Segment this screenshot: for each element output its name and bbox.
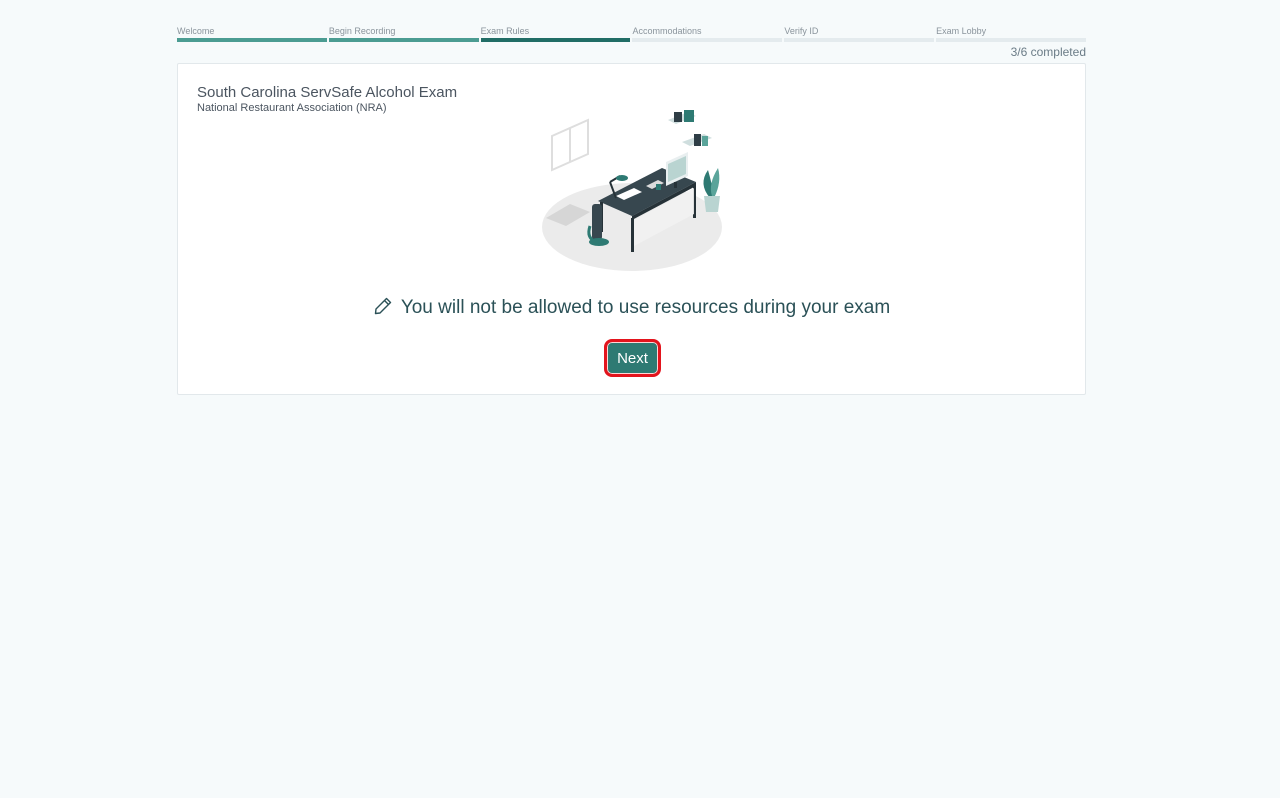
step-label: Begin Recording xyxy=(328,26,396,36)
step-bar xyxy=(328,38,479,42)
step-label: Exam Lobby xyxy=(936,26,987,36)
exam-rules-card: South Carolina ServSafe Alcohol Exam Nat… xyxy=(177,63,1086,395)
exam-title: South Carolina ServSafe Alcohol Exam xyxy=(197,84,458,101)
step-exam-lobby[interactable]: Exam Lobby xyxy=(936,26,1086,43)
step-accommodations[interactable]: Accommodations xyxy=(632,26,783,43)
step-bar xyxy=(936,38,1086,42)
rule-text: You will not be allowed to use resources… xyxy=(400,297,891,318)
progress-count: 3/6 completed xyxy=(1010,45,1086,59)
step-label: Verify ID xyxy=(784,26,819,36)
pencil-icon xyxy=(374,297,392,315)
exam-organization: National Restaurant Association (NRA) xyxy=(197,102,387,114)
step-bar xyxy=(632,38,783,42)
step-label: Welcome xyxy=(177,26,215,36)
progress-steps: Welcome Begin Recording Exam Rules Accom… xyxy=(177,26,1086,43)
step-verify-id[interactable]: Verify ID xyxy=(784,26,935,43)
step-bar xyxy=(480,38,631,42)
step-exam-rules[interactable]: Exam Rules xyxy=(480,26,631,43)
step-bar xyxy=(177,38,327,42)
rule-statement: You will not be allowed to use resources… xyxy=(178,296,1085,320)
desk-illustration xyxy=(542,110,722,271)
step-welcome[interactable]: Welcome xyxy=(177,26,327,43)
step-label: Exam Rules xyxy=(480,26,530,36)
step-bar xyxy=(784,38,935,42)
next-button[interactable]: Next xyxy=(604,339,661,377)
step-begin-recording[interactable]: Begin Recording xyxy=(328,26,479,43)
step-label: Accommodations xyxy=(632,26,702,36)
